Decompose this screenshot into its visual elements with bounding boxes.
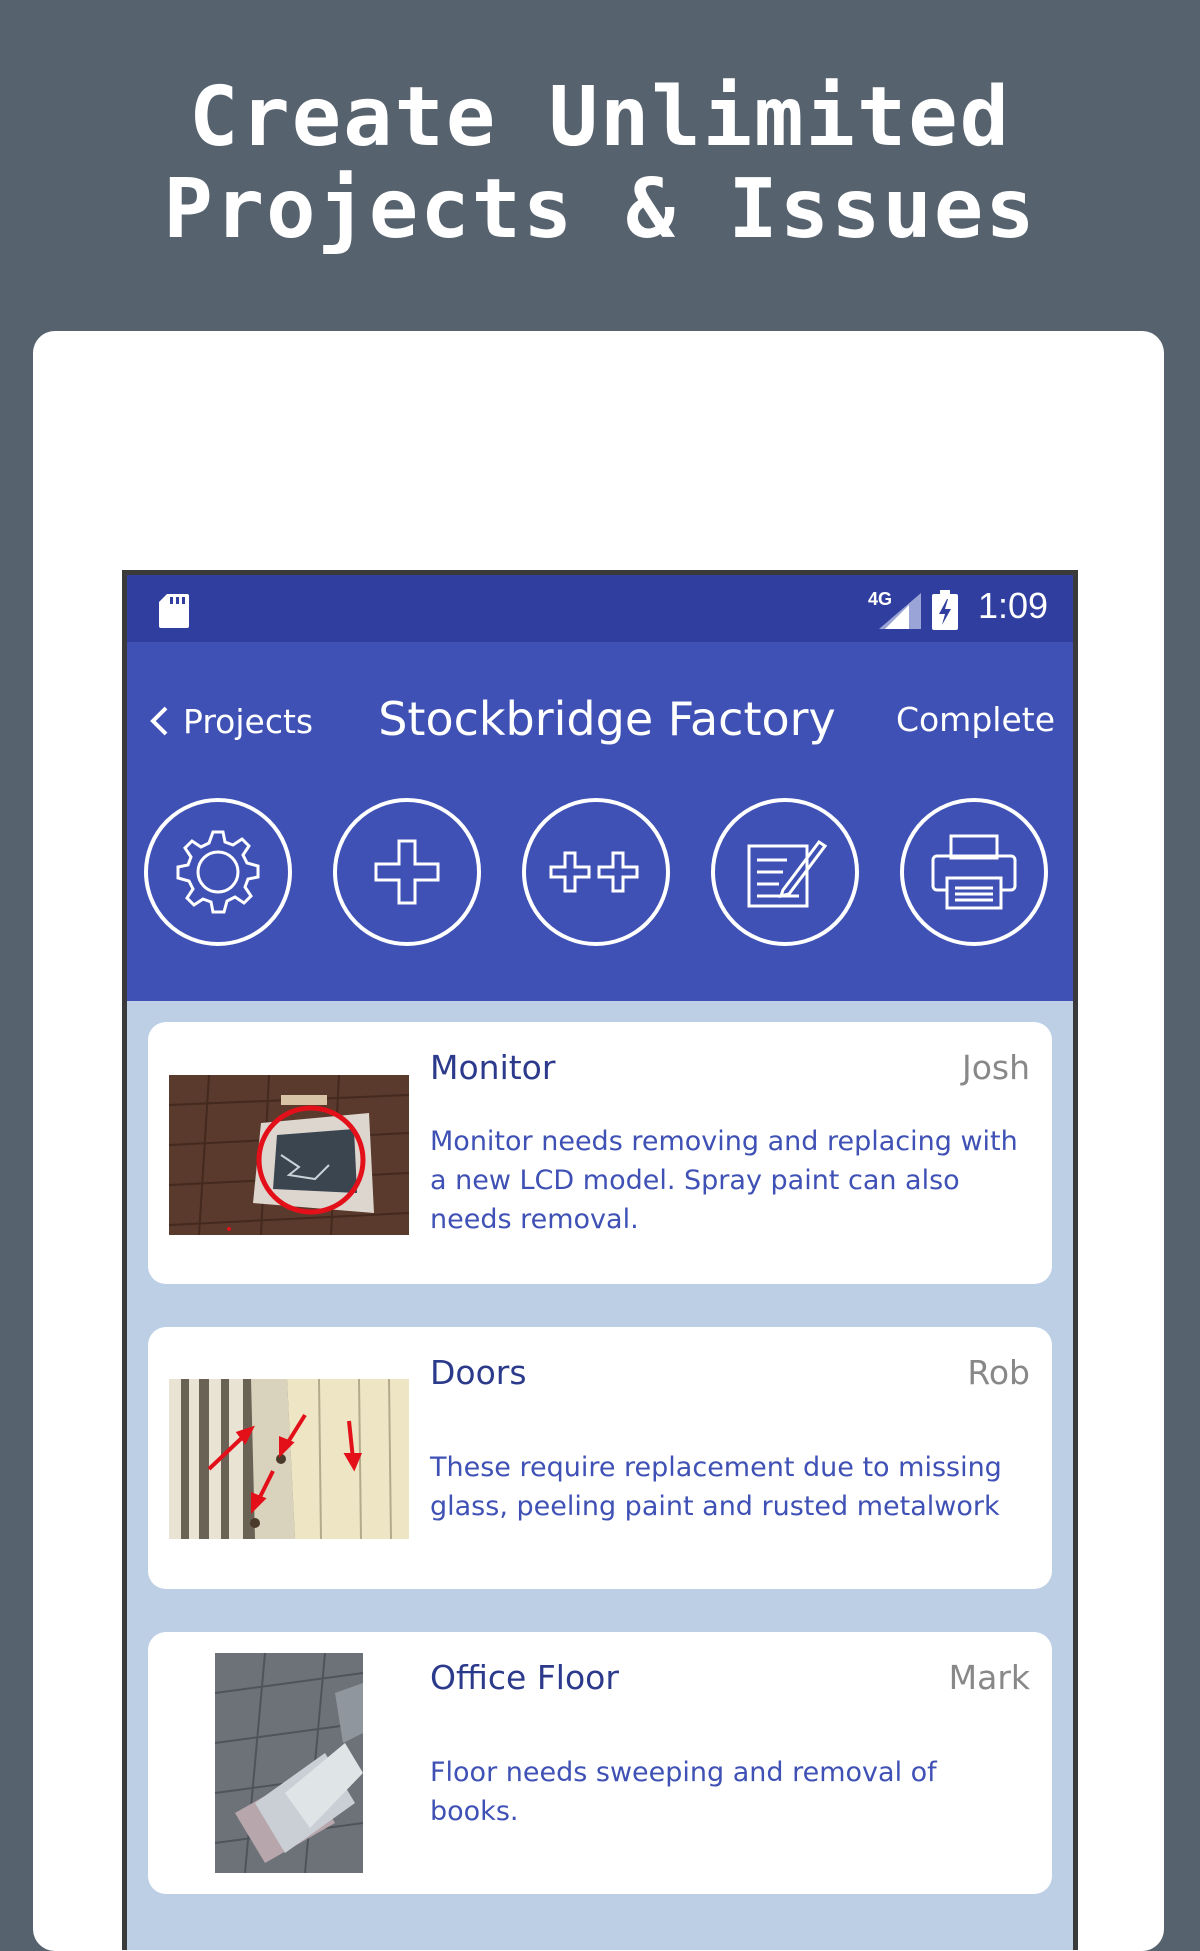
signal-icon (879, 593, 921, 629)
phone-screen: 4G 1:09 Projects Stockbridge Factory Com… (122, 570, 1078, 1950)
issue-description: Monitor needs removing and replacing wit… (430, 1126, 1018, 1235)
doors-photo (169, 1379, 409, 1539)
gear-icon (176, 830, 260, 914)
issue-assignee: Mark (948, 1658, 1030, 1697)
add-issue-button[interactable] (333, 798, 481, 946)
issue-description: These require replacement due to missing… (430, 1452, 1002, 1522)
notepad-pen-icon (747, 839, 827, 908)
settings-button[interactable] (144, 798, 292, 946)
plus-icon (374, 839, 440, 905)
issue-title: Doors (430, 1353, 527, 1392)
back-to-projects-button[interactable]: Projects (149, 696, 313, 746)
issue-assignee: Josh (961, 1048, 1030, 1087)
issue-card-monitor[interactable]: Monitor Josh Monitor needs removing and … (148, 1022, 1052, 1284)
issue-assignee: Rob (967, 1353, 1030, 1392)
sd-card-icon (159, 594, 189, 628)
chevron-left-icon (150, 706, 168, 736)
headline-line-1: Create Unlimited (189, 70, 1011, 165)
back-button-label: Projects (183, 701, 314, 741)
battery-charging-icon (932, 590, 958, 630)
double-plus-icon (549, 851, 639, 893)
add-multiple-issues-button[interactable] (522, 798, 670, 946)
print-button[interactable] (900, 798, 1048, 946)
issue-description: Floor needs sweeping and removal of book… (430, 1757, 937, 1827)
issue-title: Monitor (430, 1048, 556, 1087)
office-floor-photo (215, 1653, 363, 1873)
issue-title: Office Floor (430, 1658, 619, 1697)
action-buttons (127, 798, 1073, 948)
issue-card-doors[interactable]: Doors Rob These require replacement due … (148, 1327, 1052, 1589)
complete-button[interactable]: Complete (896, 700, 1055, 739)
headline-line-2: Projects & Issues (163, 162, 1037, 257)
issue-card-office-floor[interactable]: Office Floor Mark Floor needs sweeping a… (148, 1632, 1052, 1894)
promo-headline: Create Unlimited Projects & Issues (0, 72, 1200, 256)
printer-icon (931, 834, 1017, 910)
project-toolbar: Projects Stockbridge Factory Complete (127, 642, 1073, 1001)
status-clock: 1:09 (978, 585, 1049, 626)
edit-notes-button[interactable] (711, 798, 859, 946)
project-title: Stockbridge Factory (378, 692, 836, 746)
monitor-photo (169, 1075, 409, 1235)
status-bar: 4G 1:09 (127, 575, 1073, 642)
